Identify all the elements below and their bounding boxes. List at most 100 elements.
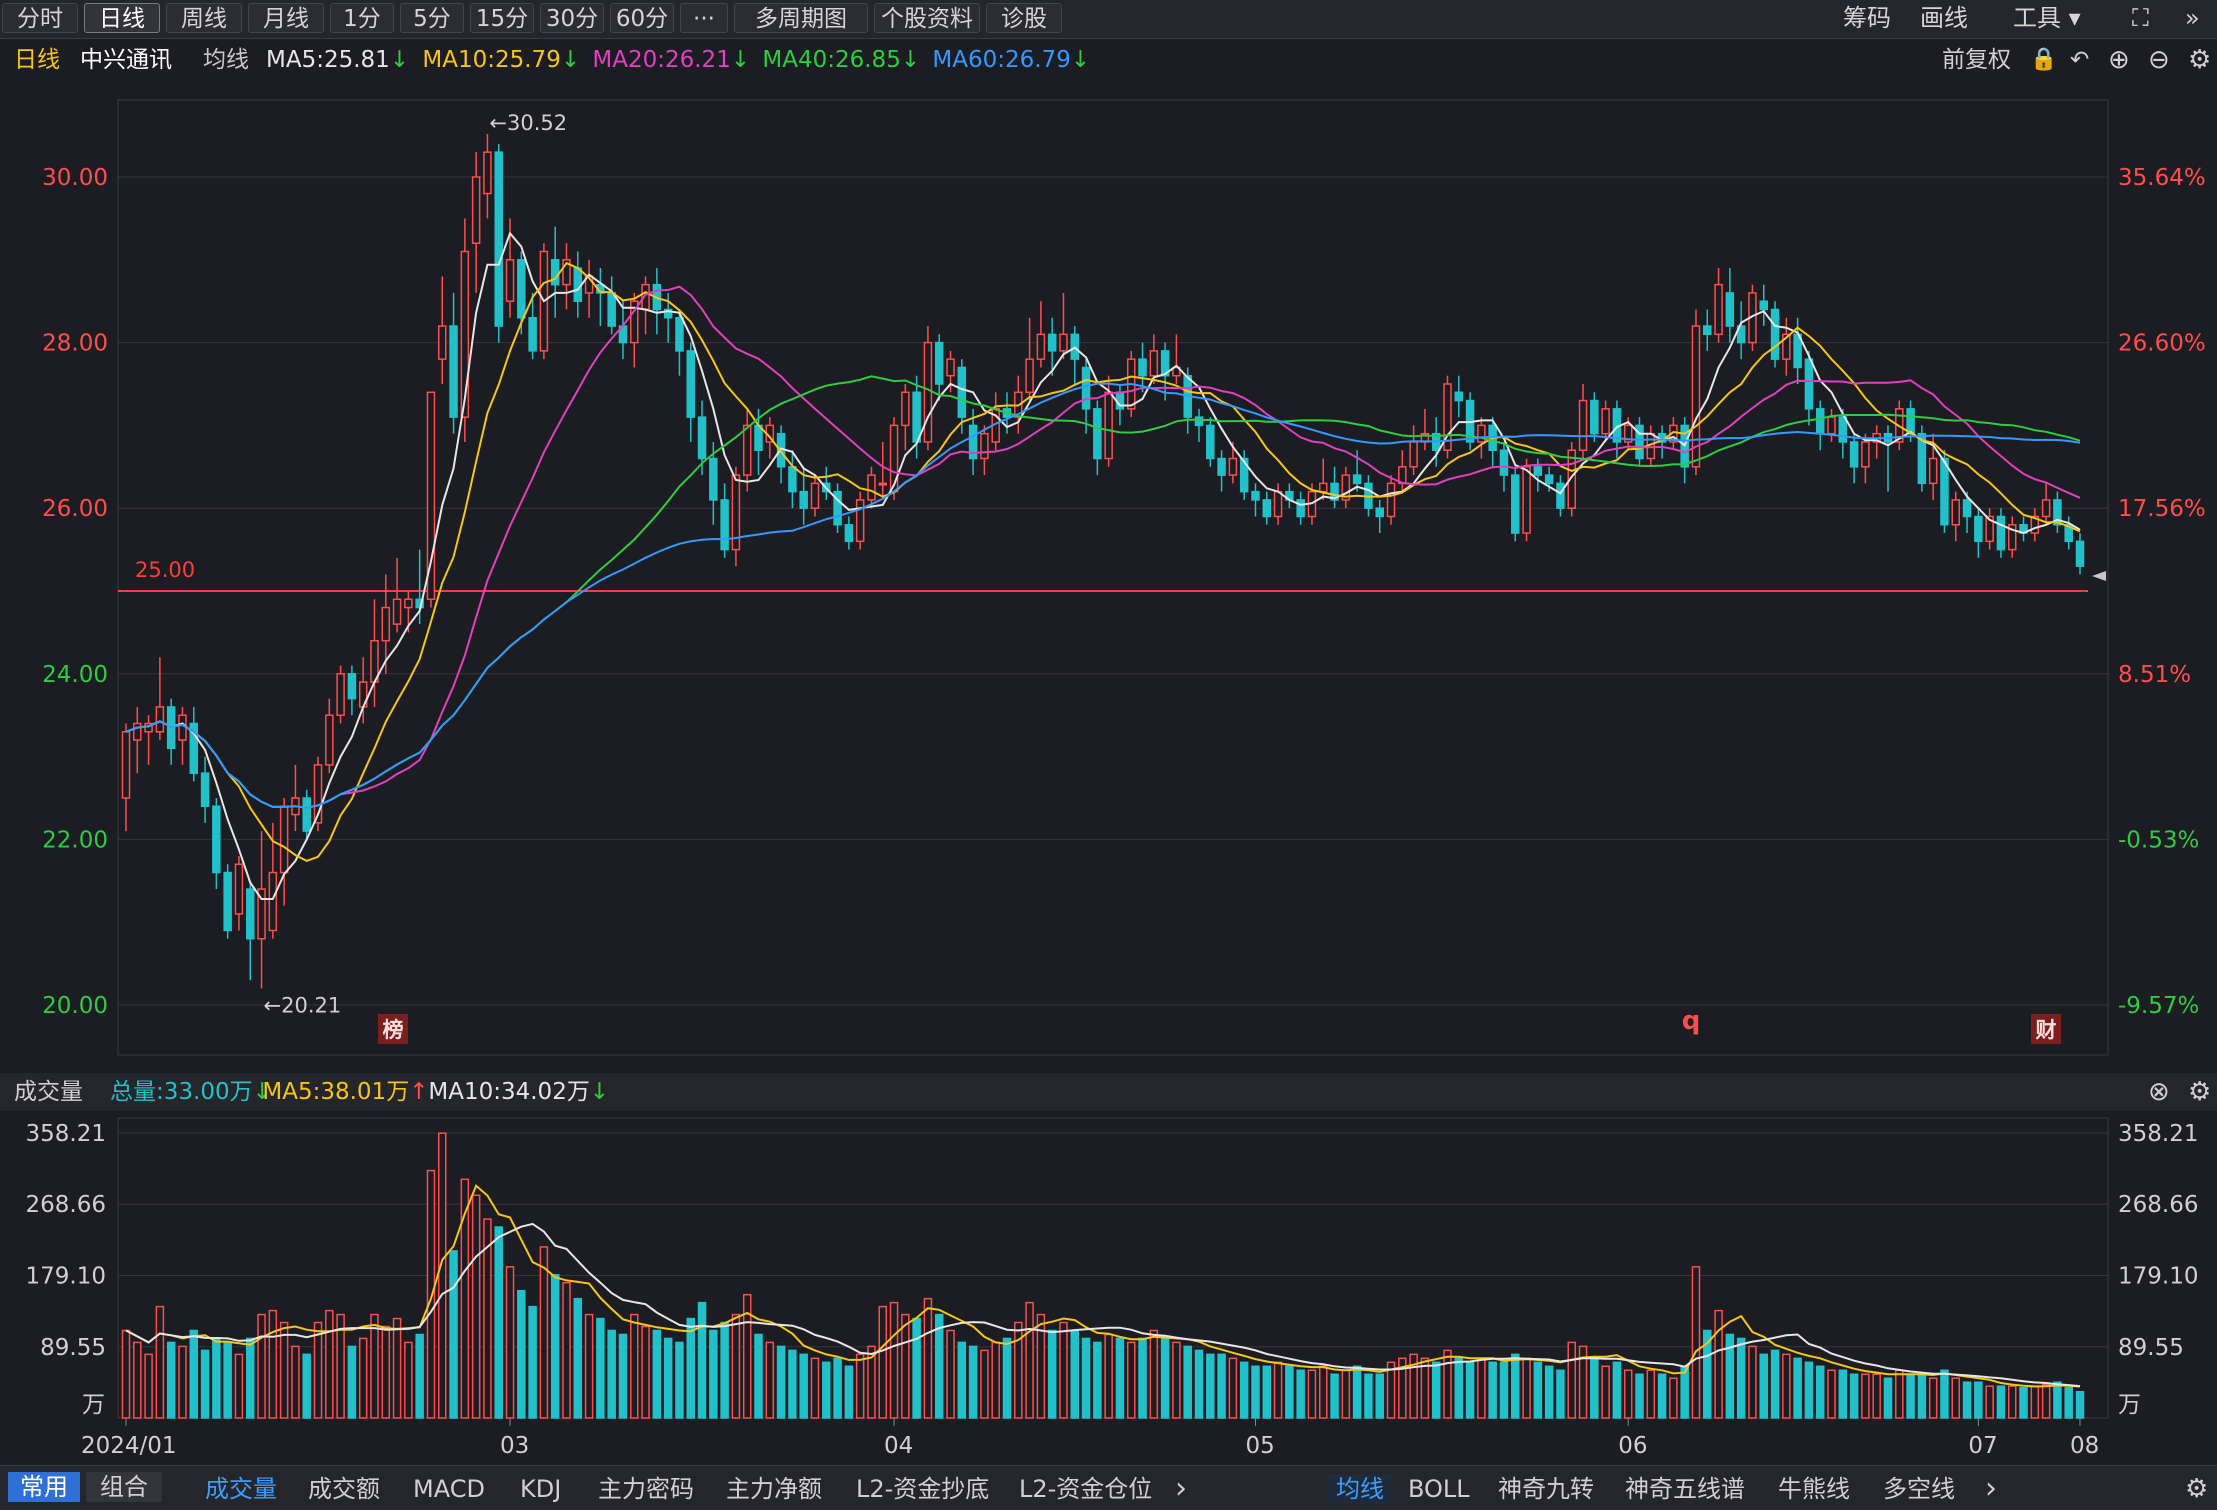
x-axis-label: 07 (1968, 1433, 1997, 1459)
indicator-tab-2[interactable]: MACD (413, 1474, 485, 1504)
tab-combo[interactable]: 组合 (86, 1472, 162, 1502)
candle-body (1827, 416, 1836, 435)
indicators-next-icon[interactable]: › (1175, 1474, 1187, 1504)
volume-bar (968, 1345, 978, 1419)
indicator-tab-1[interactable]: 成交额 (308, 1474, 380, 1504)
volume-bar (1454, 1357, 1464, 1419)
volume-bar (675, 1341, 684, 1419)
volume-bar (313, 1321, 323, 1419)
volume-bar (641, 1325, 650, 1419)
candle-body (1499, 449, 1509, 476)
volume-bar (1522, 1357, 1531, 1419)
candle-body (438, 325, 447, 360)
volume-bar (1488, 1361, 1497, 1419)
volume-bar (833, 1357, 842, 1419)
volume-bar (257, 1313, 266, 1419)
volume-bar (1646, 1369, 1656, 1419)
overlay-tab-4[interactable]: 牛熊线 (1778, 1474, 1850, 1504)
volume-bar (697, 1301, 707, 1419)
volume-bar (709, 1329, 718, 1419)
candle-body (212, 805, 221, 874)
volume-bar (1804, 1361, 1814, 1419)
percent-tick-label: 26.60% (2118, 331, 2206, 357)
volume-bar (1002, 1337, 1012, 1419)
candle-body (1725, 292, 1735, 327)
volume-bar (471, 1194, 481, 1419)
candle-body (889, 424, 899, 493)
candle-body (1951, 499, 1961, 526)
tab-common[interactable]: 常用 (8, 1472, 80, 1502)
candle-body (855, 499, 865, 543)
candle-body (245, 888, 255, 940)
high-price-label: ←30.52 (489, 111, 567, 135)
indicator-tab-6[interactable]: L2-资金抄底 (856, 1474, 989, 1504)
volume-settings-icon[interactable]: ⚙ (2188, 1073, 2211, 1111)
candle-body (347, 673, 357, 700)
candlestick-chart[interactable]: 30.00 35.64% 28.00 26.60% 26.00 17.56% 24.00 8.… (0, 0, 2217, 1509)
volume-bar (245, 1337, 255, 1419)
indicator-tab-0[interactable]: 成交量 (205, 1474, 277, 1504)
volume-bar (1895, 1369, 1904, 1419)
volume-bar (1126, 1341, 1136, 1419)
overlay-tab-0[interactable]: 均线 (1328, 1474, 1392, 1504)
volume-bar (1827, 1369, 1836, 1419)
volume-bar (1906, 1373, 1915, 1419)
volume-bar (1465, 1361, 1475, 1419)
close-volume-icon[interactable]: ⊗ (2148, 1073, 2170, 1111)
volume-bar (1059, 1321, 1068, 1419)
volume-bar (1047, 1329, 1057, 1419)
indicator-tab-5[interactable]: 主力净额 (726, 1474, 822, 1504)
volume-bar (946, 1329, 955, 1419)
volume-bar (2030, 1385, 2040, 1419)
volume-bar (370, 1313, 379, 1419)
volume-bar (494, 1226, 503, 1419)
indicator-tab-3[interactable]: KDJ (520, 1474, 561, 1504)
volume-bar (200, 1349, 210, 1419)
candle-body (1928, 457, 1938, 485)
arrow-up-icon: ↑ (409, 1079, 429, 1105)
legend-item-0: 总量:33.00万↓ (110, 1079, 272, 1105)
x-axis-label: 2024/01 (81, 1433, 177, 1459)
percent-tick-label: -9.57% (2118, 993, 2199, 1019)
overlay-tab-5[interactable]: 多空线 (1883, 1474, 1955, 1504)
overlay-tab-2[interactable]: 神奇九转 (1498, 1474, 1594, 1504)
candle-body (1996, 515, 2006, 551)
event-marker-0[interactable]: 榜 (383, 1018, 404, 1042)
volume-bar (1206, 1353, 1215, 1419)
candle-body (844, 524, 854, 543)
volume-bar (1318, 1365, 1328, 1419)
candle-body (686, 350, 695, 418)
candle-body (1849, 441, 1859, 468)
volume-bar (720, 1321, 729, 1419)
candle-body (1804, 358, 1814, 410)
volume-bar (618, 1333, 628, 1419)
candle-body (1940, 457, 1949, 526)
candle-body (121, 731, 131, 799)
volume-bar (1714, 1309, 1723, 1419)
volume-tick-label-right: 179.10 (2118, 1264, 2198, 1290)
volume-bar (573, 1297, 583, 1419)
candle-body (517, 259, 526, 319)
volume-bar (325, 1309, 334, 1419)
candle-body (675, 317, 684, 352)
overlays-next-icon[interactable]: › (1985, 1474, 1997, 1504)
bottom-settings-icon[interactable]: ⚙ (2185, 1474, 2208, 1504)
indicator-tab-7[interactable]: L2-资金仓位 (1019, 1474, 1152, 1504)
volume-tick-label: 358.21 (26, 1121, 106, 1147)
overlay-tab-1[interactable]: BOLL (1408, 1474, 1470, 1504)
volume-bar (1081, 1337, 1091, 1419)
volume-bar (799, 1353, 808, 1419)
candle-body (1138, 358, 1147, 377)
volume-bar (550, 1274, 560, 1419)
volume-bar (1375, 1373, 1384, 1419)
event-marker-1[interactable]: q (1682, 1006, 1701, 1036)
volume-bar (901, 1313, 910, 1419)
volume-bar (765, 1341, 775, 1419)
percent-tick-label: -0.53% (2118, 827, 2199, 853)
candle-body (957, 366, 967, 418)
legend-item-2: MA10:34.02万↓ (428, 1079, 610, 1105)
volume-bar (607, 1329, 616, 1419)
event-marker-2[interactable]: 财 (2036, 1018, 2057, 1042)
overlay-tab-3[interactable]: 神奇五线谱 (1625, 1474, 1745, 1504)
indicator-tab-4[interactable]: 主力密码 (598, 1474, 694, 1504)
